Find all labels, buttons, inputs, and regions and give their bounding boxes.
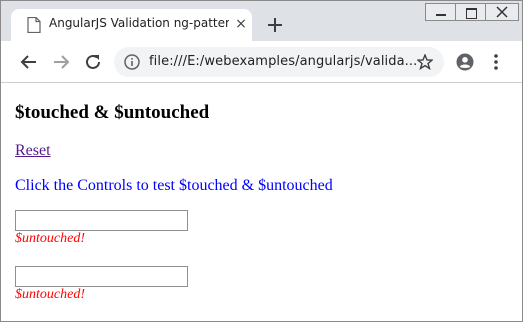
arrow-right-icon[interactable] — [52, 53, 70, 71]
document-icon — [27, 17, 41, 33]
close-window-button[interactable] — [485, 3, 519, 21]
url-text: file:///E:/webexamples/angularjs/valida.… — [149, 54, 418, 69]
reload-icon[interactable] — [84, 53, 102, 71]
account-circle-icon[interactable] — [456, 53, 474, 71]
untouched-status-1: $untouched! — [15, 231, 85, 246]
kebab-menu-icon[interactable] — [490, 53, 502, 71]
instruction-text: Click the Controls to test $touched & $u… — [15, 177, 333, 194]
tab-title: AngularJS Validation ng-pattern — [49, 16, 229, 30]
text-input-1[interactable] — [15, 210, 188, 231]
page-title: $touched & $untouched — [15, 102, 210, 123]
browser-tab[interactable]: AngularJS Validation ng-pattern × — [11, 9, 252, 41]
browser-window: AngularJS Validation ng-pattern × file:/… — [0, 0, 523, 322]
close-icon — [496, 6, 508, 18]
info-icon[interactable] — [124, 54, 140, 70]
reset-link[interactable]: Reset — [15, 142, 51, 160]
minimize-button[interactable] — [425, 3, 456, 21]
address-bar[interactable]: file:///E:/webexamples/angularjs/valida.… — [114, 47, 444, 77]
window-controls — [425, 3, 520, 21]
arrow-left-icon[interactable] — [20, 53, 38, 71]
close-tab-icon[interactable]: × — [233, 16, 249, 32]
text-input-2[interactable] — [15, 266, 188, 287]
browser-toolbar: file:///E:/webexamples/angularjs/valida.… — [1, 41, 522, 83]
untouched-status-2: $untouched! — [15, 287, 85, 302]
page-content: $touched & $untouched Reset Click the Co… — [1, 84, 522, 321]
title-bar: AngularJS Validation ng-pattern × — [1, 1, 522, 41]
star-icon[interactable] — [417, 54, 433, 70]
maximize-button[interactable] — [455, 3, 486, 21]
plus-icon[interactable] — [266, 16, 284, 34]
